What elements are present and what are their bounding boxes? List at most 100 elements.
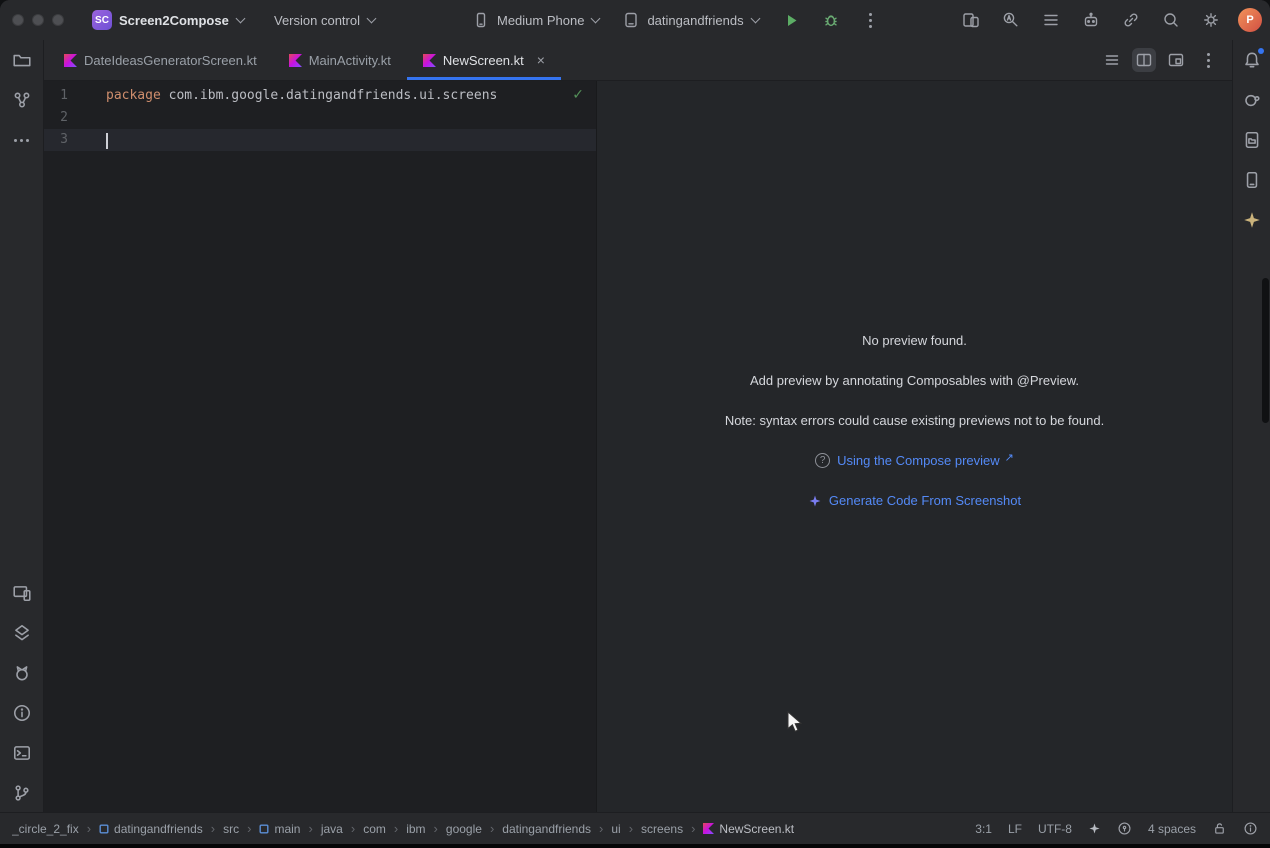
info-circle-icon[interactable] (1243, 821, 1258, 836)
breadcrumb-item[interactable]: datingandfriends (502, 822, 591, 836)
more-vertical-icon (1207, 53, 1210, 68)
more-tool-windows-button[interactable] (8, 126, 36, 154)
play-icon (782, 11, 800, 29)
tab-label: NewScreen.kt (443, 53, 524, 68)
ai-assistant-button[interactable] (1078, 7, 1104, 33)
compose-preview-docs-link[interactable]: ? Using the Compose preview ↗ (815, 453, 1014, 468)
breadcrumb-item-current-file[interactable]: NewScreen.kt (703, 822, 794, 836)
debug-button[interactable] (818, 7, 844, 33)
robot-icon (1082, 11, 1100, 29)
line-separator-widget[interactable]: LF (1008, 822, 1022, 836)
code-rest: com.ibm.google.datingandfriends.ui.scree… (161, 88, 498, 103)
code-editor[interactable]: 1 package com.ibm.google.datingandfriend… (44, 81, 596, 812)
smartphone-icon (1242, 170, 1262, 190)
terminal-icon (12, 743, 32, 763)
breadcrumb-item[interactable]: ui (611, 822, 620, 836)
unlocked-padlock-icon[interactable] (1212, 821, 1227, 836)
device-selector[interactable]: Medium Phone (468, 7, 604, 33)
text-caret (106, 133, 108, 149)
gradle-elephant-icon (1242, 90, 1262, 110)
design-view-button[interactable] (1164, 48, 1188, 72)
no-preview-message: No preview found. (862, 333, 967, 348)
device-mirror-button[interactable] (958, 7, 984, 33)
add-preview-hint: Add preview by annotating Composables wi… (750, 373, 1079, 388)
run-configuration-selector[interactable]: datingandfriends (618, 7, 763, 33)
terminal-tool-button[interactable] (8, 739, 36, 767)
letter-a-magnifier-icon (1002, 11, 1020, 29)
tab-label: MainActivity.kt (309, 53, 391, 68)
project-tool-button[interactable] (8, 46, 36, 74)
split-view-button[interactable] (1132, 48, 1156, 72)
device-explorer-tool-button[interactable] (1238, 126, 1266, 154)
logcat-tool-button[interactable] (8, 659, 36, 687)
code-lines-icon (1103, 51, 1121, 69)
gradle-tool-button[interactable] (1238, 86, 1266, 114)
tab-newscreen[interactable]: NewScreen.kt × (407, 40, 561, 80)
caret-position-widget[interactable]: 3:1 (975, 822, 992, 836)
sparkle-icon (808, 494, 822, 508)
chevron-right-icon: › (351, 821, 355, 836)
tab-close-icon[interactable]: × (537, 53, 545, 67)
structure-tool-button[interactable] (8, 86, 36, 114)
code-line-2[interactable]: 2 (44, 107, 596, 129)
editor-more-options-button[interactable] (1196, 48, 1220, 72)
user-avatar[interactable]: P (1238, 8, 1262, 32)
window-controls (12, 14, 64, 26)
scrollbar-thumb[interactable] (1262, 278, 1269, 423)
line-number: 1 (44, 85, 102, 107)
more-actions-button[interactable] (858, 7, 884, 33)
window-zoom-button[interactable] (52, 14, 64, 26)
tab-label: DateIdeasGeneratorScreen.kt (84, 53, 257, 68)
code-text (102, 129, 108, 151)
breadcrumb: _circle_2_fix › datingandfriends › src ›… (12, 821, 963, 836)
inspections-ok-icon[interactable]: ✓ (572, 87, 584, 103)
docs-link-label: Using the Compose preview (837, 453, 1000, 468)
generate-code-from-screenshot-link[interactable]: Generate Code From Screenshot (808, 493, 1021, 508)
code-line-3-current[interactable]: 3 (44, 129, 596, 151)
logcat-button[interactable] (1038, 7, 1064, 33)
search-everywhere-button[interactable] (1158, 7, 1184, 33)
encoding-widget[interactable]: UTF-8 (1038, 822, 1072, 836)
version-control-tool-button[interactable] (8, 779, 36, 807)
breadcrumb-item[interactable]: google (446, 822, 482, 836)
window-minimize-button[interactable] (32, 14, 44, 26)
tab-mainactivity[interactable]: MainActivity.kt (273, 40, 407, 80)
find-action-button[interactable] (998, 7, 1024, 33)
breadcrumb-item[interactable]: _circle_2_fix (12, 822, 79, 836)
sparkle-icon[interactable] (1088, 822, 1101, 835)
settings-button[interactable] (1198, 7, 1224, 33)
line-number: 3 (44, 129, 102, 151)
kotlin-file-icon (703, 823, 714, 834)
phone-folder-icon (1242, 130, 1262, 150)
run-button[interactable] (778, 7, 804, 33)
question-icon: ? (815, 453, 830, 468)
device-manager-tool-button[interactable] (1238, 166, 1266, 194)
breadcrumb-item[interactable]: screens (641, 822, 683, 836)
gemini-tool-button[interactable] (1238, 206, 1266, 234)
breadcrumb-item[interactable]: ibm (406, 822, 425, 836)
code-view-button[interactable] (1100, 48, 1124, 72)
breadcrumb-item[interactable]: main (259, 822, 300, 836)
left-tool-stripe (0, 40, 44, 812)
problems-tool-button[interactable] (8, 699, 36, 727)
build-variants-tool-button[interactable] (8, 619, 36, 647)
window-close-button[interactable] (12, 14, 24, 26)
chevron-down-icon (750, 14, 760, 24)
chevron-right-icon: › (434, 821, 438, 836)
lock-circle-icon[interactable] (1117, 821, 1132, 836)
breadcrumb-item[interactable]: java (321, 822, 343, 836)
notifications-tool-button[interactable] (1238, 46, 1266, 74)
indent-widget[interactable]: 4 spaces (1148, 822, 1196, 836)
project-widget[interactable]: SC Screen2Compose (88, 7, 249, 33)
project-icon: SC (92, 10, 112, 30)
running-devices-tool-button[interactable] (8, 579, 36, 607)
run-config-label: datingandfriends (647, 13, 743, 28)
kotlin-file-icon (423, 54, 436, 67)
link-button[interactable] (1118, 7, 1144, 33)
tab-dateideasgeneratorscreen[interactable]: DateIdeasGeneratorScreen.kt (48, 40, 273, 80)
breadcrumb-item[interactable]: src (223, 822, 239, 836)
version-control-widget[interactable]: Version control (270, 7, 380, 33)
breadcrumb-item[interactable]: datingandfriends (99, 822, 203, 836)
code-line-1[interactable]: 1 package com.ibm.google.datingandfriend… (44, 85, 596, 107)
breadcrumb-item[interactable]: com (363, 822, 386, 836)
